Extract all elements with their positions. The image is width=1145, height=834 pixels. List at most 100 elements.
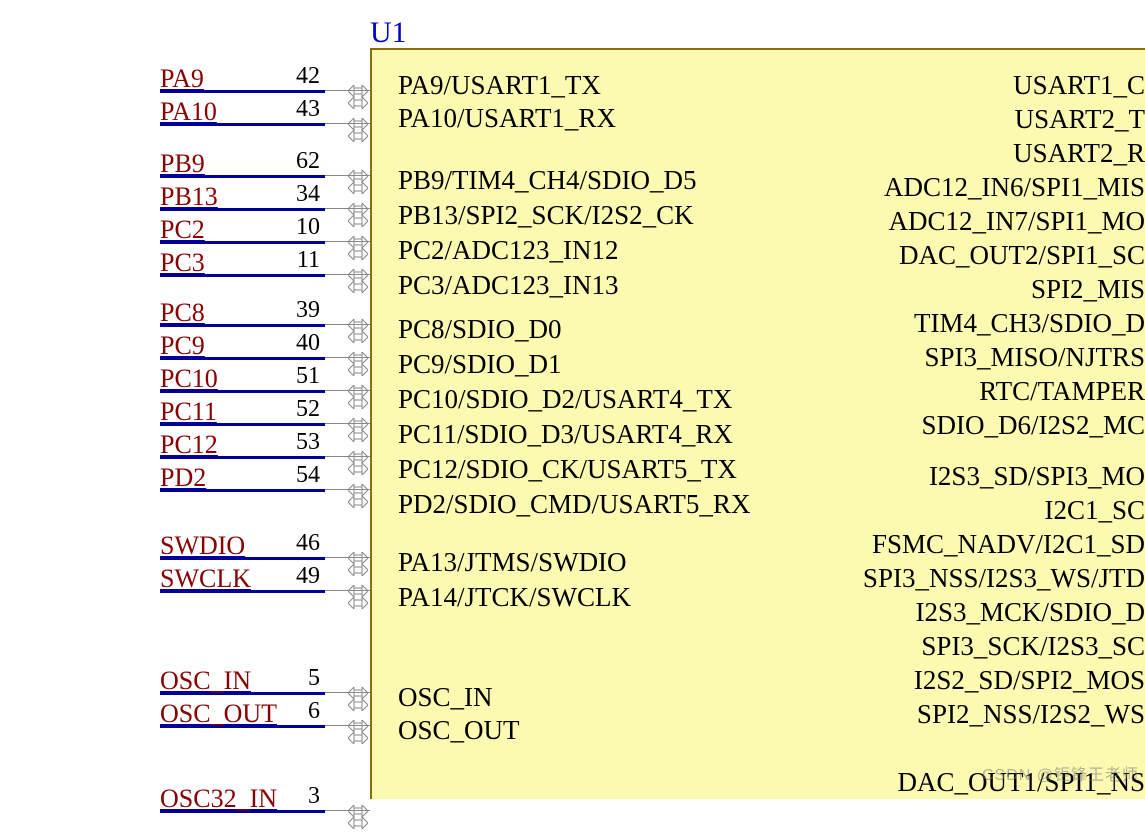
pin-number: 46 (275, 530, 320, 557)
io-marker-icon (348, 84, 368, 96)
net-label: SWDIO (160, 531, 245, 561)
io-marker-icon (348, 268, 368, 280)
io-marker-icon (348, 247, 368, 259)
pin-number: 34 (275, 181, 320, 208)
pin-function-label-right: USART2_R (1013, 138, 1145, 169)
pin-number: 40 (275, 330, 320, 357)
io-marker-icon (348, 686, 368, 698)
pin-function-label: PD2/SDIO_CMD/USART5_RX (398, 489, 750, 520)
io-marker-icon (348, 351, 368, 363)
io-marker-icon (348, 96, 368, 108)
io-marker-icon (348, 551, 368, 563)
io-marker-icon (348, 731, 368, 743)
pin-number: 5 (275, 665, 320, 692)
pin-number: 11 (275, 247, 320, 274)
pin-number: 6 (275, 698, 320, 725)
pin-function-label-right: SPI3_SCK/I2S3_SC (921, 631, 1145, 662)
io-marker-icon (348, 181, 368, 193)
pin-function-label-right: ADC12_IN7/SPI1_MO (888, 206, 1145, 237)
pin-number: 43 (275, 96, 320, 123)
io-marker-icon (348, 318, 368, 330)
net-label: PC11 (160, 397, 217, 427)
pin-function-label: PC9/SDIO_D1 (398, 349, 562, 380)
io-marker-icon (348, 129, 368, 141)
io-marker-icon (348, 816, 368, 828)
io-marker-icon (348, 117, 368, 129)
pin-function-label-right: USART2_T (1015, 104, 1145, 135)
pin-function-label-right: RTC/TAMPER (979, 376, 1145, 407)
pin-function-label: PC11/SDIO_D3/USART4_RX (398, 419, 733, 450)
pin-function-label-right: I2C1_SC (1044, 495, 1145, 526)
pin-function-label-right: DAC_OUT2/SPI1_SC (899, 240, 1145, 271)
io-marker-icon (348, 596, 368, 608)
pin-function-label: PA10/USART1_RX (398, 103, 616, 134)
net-label: PC3 (160, 248, 205, 278)
pin-function-label-right: I2S3_SD/SPI3_MO (929, 461, 1145, 492)
net-label: PB9 (160, 149, 205, 179)
pin-function-label-right: SPI3_MISO/NJTRS (924, 342, 1145, 373)
pin-number: 51 (275, 363, 320, 390)
io-marker-icon (348, 584, 368, 596)
pin-function-label: OSC_IN (398, 682, 493, 713)
pin-number: 54 (275, 462, 320, 489)
io-marker-icon (348, 719, 368, 731)
net-label: PD2 (160, 463, 206, 493)
net-label: PC2 (160, 215, 205, 245)
net-label: PC9 (160, 331, 205, 361)
net-label: PC10 (160, 364, 218, 394)
io-marker-icon (348, 280, 368, 292)
io-marker-icon (348, 495, 368, 507)
pin-number: 49 (275, 563, 320, 590)
io-marker-icon (348, 214, 368, 226)
io-marker-icon (348, 202, 368, 214)
io-marker-icon (348, 563, 368, 575)
net-label: PB13 (160, 182, 218, 212)
pin-function-label: PB13/SPI2_SCK/I2S2_CK (398, 200, 694, 231)
io-marker-icon (348, 330, 368, 342)
pin-number: 10 (275, 214, 320, 241)
pin-function-label: PC3/ADC123_IN13 (398, 270, 619, 301)
io-marker-icon (348, 417, 368, 429)
io-marker-icon (348, 235, 368, 247)
pin-function-label: PC2/ADC123_IN12 (398, 235, 619, 266)
pin-number: 62 (275, 148, 320, 175)
pin-number: 52 (275, 396, 320, 423)
watermark-text: CSDN @钜锋王老师 (982, 761, 1139, 785)
pin-function-label-right: SPI3_NSS/I2S3_WS/JTD (863, 563, 1145, 594)
net-label: PC12 (160, 430, 218, 460)
pin-number: 53 (275, 429, 320, 456)
io-marker-icon (348, 698, 368, 710)
pin-function-label: PA9/USART1_TX (398, 70, 601, 101)
io-marker-icon (348, 363, 368, 375)
pin-function-label: PC12/SDIO_CK/USART5_TX (398, 454, 737, 485)
component-designator: U1 (370, 16, 407, 50)
io-marker-icon (348, 384, 368, 396)
pin-function-label-right: FSMC_NADV/I2C1_SD (872, 529, 1145, 560)
io-marker-icon (348, 169, 368, 181)
pin-function-label-right: USART1_C (1013, 70, 1145, 101)
pin-function-label-right: SPI2_NSS/I2S2_WS (917, 699, 1145, 730)
net-label: PA10 (160, 97, 217, 127)
pin-function-label: PC8/SDIO_D0 (398, 314, 562, 345)
pin-number: 42 (275, 63, 320, 90)
net-label: SWCLK (160, 564, 251, 594)
net-label: PC8 (160, 298, 205, 328)
pin-function-label: OSC_OUT (398, 715, 520, 746)
net-label: OSC32_IN (160, 784, 277, 814)
pin-function-label: PA13/JTMS/SWDIO (398, 547, 627, 578)
pin-function-label-right: SDIO_D6/I2S2_MC (921, 410, 1145, 441)
io-marker-icon (348, 396, 368, 408)
pin-function-label-right: ADC12_IN6/SPI1_MIS (884, 172, 1145, 203)
io-marker-icon (348, 450, 368, 462)
io-marker-icon (348, 462, 368, 474)
io-marker-icon (348, 429, 368, 441)
pin-function-label-right: I2S2_SD/SPI2_MOS (914, 665, 1145, 696)
pin-function-label: PC10/SDIO_D2/USART4_TX (398, 384, 732, 415)
net-label: OSC_IN (160, 666, 251, 696)
net-label: PA9 (160, 64, 204, 94)
pin-number: 39 (275, 297, 320, 324)
pin-function-label: PA14/JTCK/SWCLK (398, 582, 631, 613)
pin-function-label-right: TIM4_CH3/SDIO_D (914, 308, 1145, 339)
pin-function-label-right: I2S3_MCK/SDIO_D (915, 597, 1145, 628)
pin-function-label: PB9/TIM4_CH4/SDIO_D5 (398, 165, 697, 196)
